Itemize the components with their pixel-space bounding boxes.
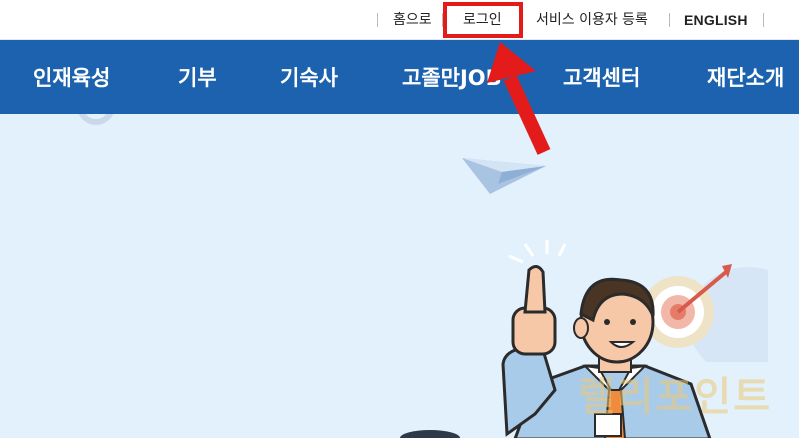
nav-item-about-foundation[interactable]: 재단소개 — [707, 64, 784, 92]
nav-item-talent-development[interactable]: 인재육성 — [33, 64, 110, 92]
login-highlight-box — [443, 2, 523, 38]
separator — [763, 13, 764, 27]
nav-item-donation[interactable]: 기부 — [178, 64, 217, 92]
main-navigation: 인재육성 기부 기숙사 고졸만JOB 고객센터 재단소개 — [0, 40, 799, 114]
watermark-text: 렐리포인트 — [578, 374, 772, 420]
nav-item-dormitory[interactable]: 기숙사 — [280, 64, 338, 92]
home-link[interactable]: 홈으로 — [393, 10, 432, 30]
separator — [377, 13, 378, 27]
nav-item-customer-center[interactable]: 고객센터 — [563, 64, 640, 92]
nav-item-graduate-job[interactable]: 고졸만JOB — [402, 64, 502, 92]
decorative-shape — [400, 430, 460, 438]
decorative-circle — [78, 114, 114, 125]
separator — [669, 13, 670, 27]
paper-airplane-icon — [462, 158, 546, 194]
register-link[interactable]: 서비스 이용자 등록 — [536, 10, 648, 30]
top-utility-bar: 홈으로 로그인 서비스 이용자 등록 ENGLISH — [0, 0, 799, 40]
english-link[interactable]: ENGLISH — [684, 10, 748, 30]
